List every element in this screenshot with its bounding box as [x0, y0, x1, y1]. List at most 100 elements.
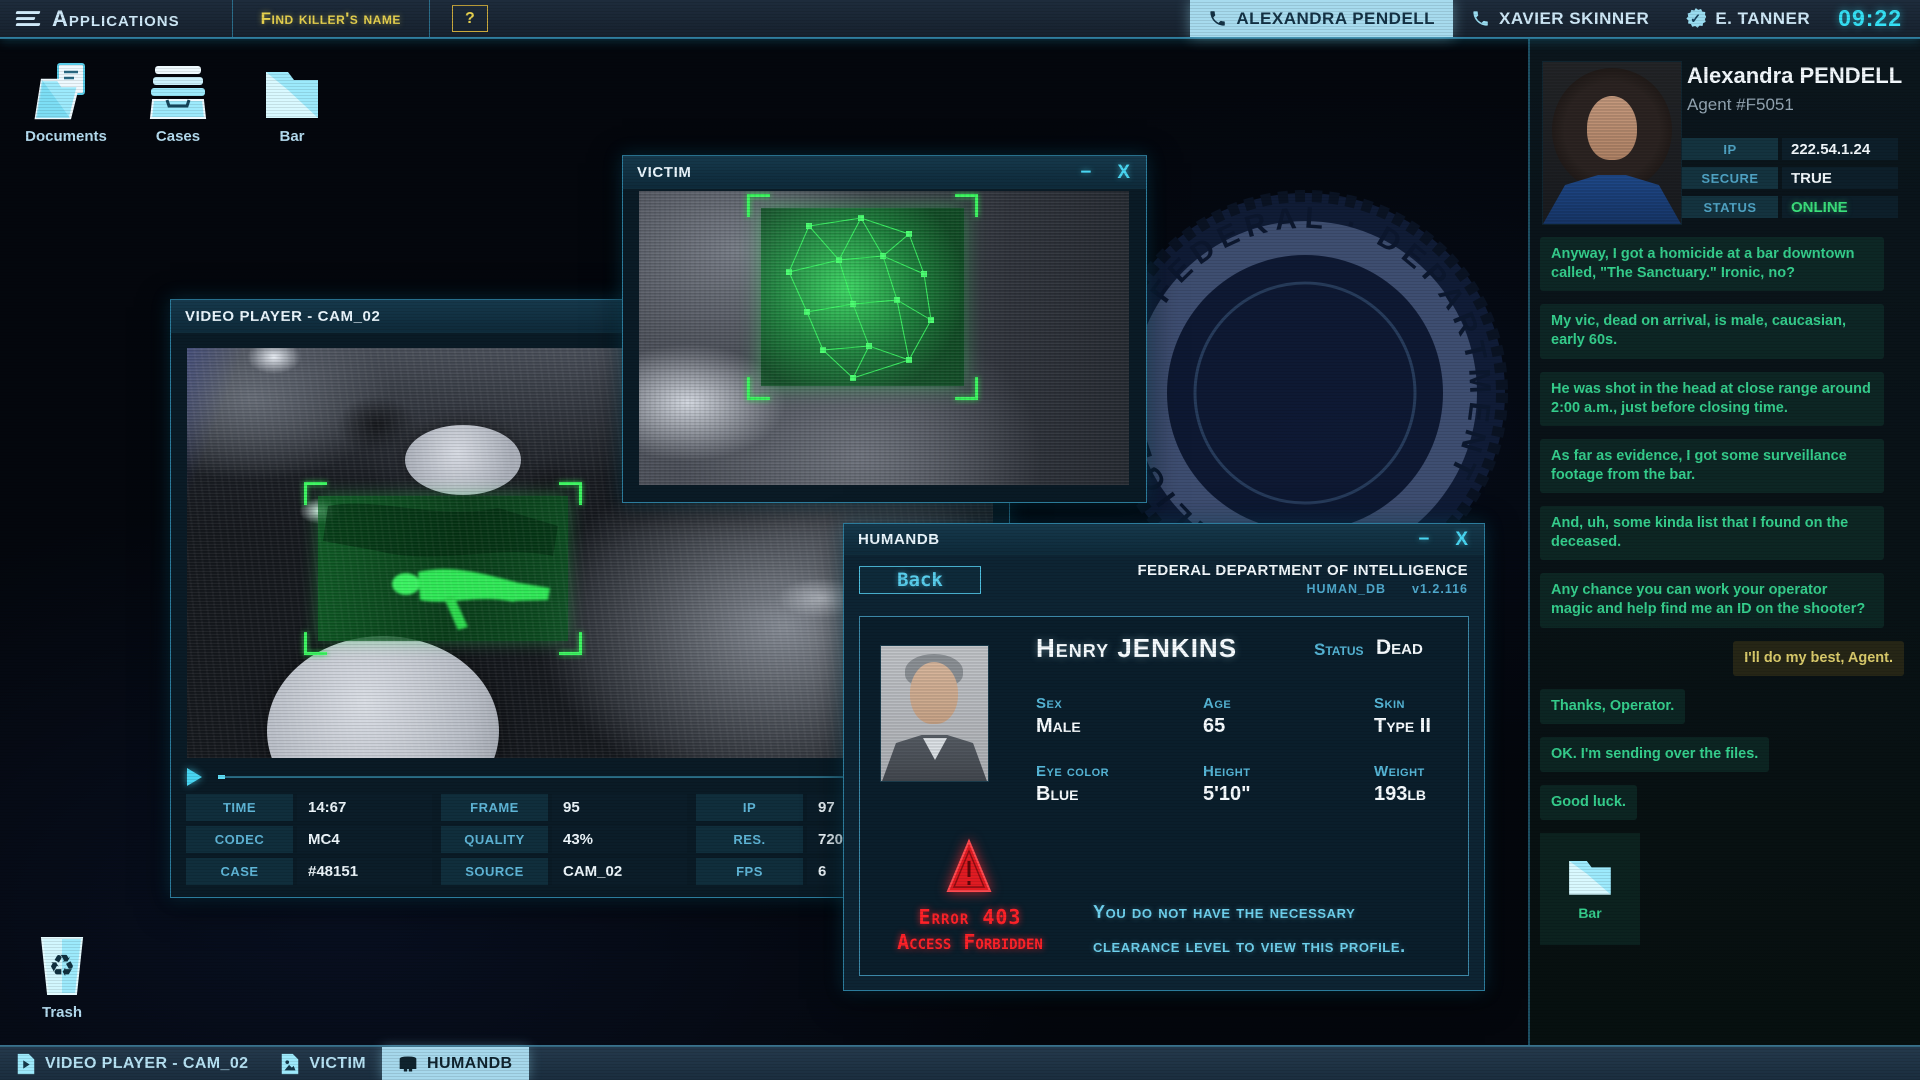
info-value: TRUE: [1782, 167, 1898, 189]
face-detection-box[interactable]: [761, 208, 964, 386]
info-label: SECURE: [1682, 167, 1778, 189]
desktop-icon-documents[interactable]: Documents: [18, 58, 114, 145]
close-button[interactable]: X: [1455, 530, 1468, 549]
taskbar-item-video-player[interactable]: VIDEO PLAYER - CAM_02: [0, 1047, 264, 1080]
meta-value: 43%: [552, 826, 687, 853]
access-error: Error 403 Access Forbidden You do not ha…: [860, 825, 1468, 965]
chat-message: OK. I'm sending over the files.: [1540, 737, 1769, 772]
table-shadow: [367, 400, 557, 520]
error-code: Error 403: [860, 905, 1080, 929]
status-label: Status: [1314, 640, 1364, 660]
chat-message-operator: I'll do my best, Agent.: [1733, 641, 1904, 676]
contact-name: ALEXANDRA PENDELL: [1236, 9, 1435, 29]
profile-photo: [880, 645, 989, 782]
error-message-line1: You do not have the necessary: [1093, 895, 1406, 929]
chat-message: Thanks, Operator.: [1540, 689, 1685, 724]
error-name: Access Forbidden: [860, 930, 1080, 954]
svg-text:♻: ♻: [49, 950, 76, 983]
back-button[interactable]: Back: [859, 566, 981, 594]
field-label: Weight: [1374, 763, 1534, 780]
contact-full-name: Alexandra PENDELL: [1687, 63, 1902, 89]
menu-icon[interactable]: [16, 11, 40, 27]
round-table: [405, 425, 521, 495]
desktop-icon-trash[interactable]: ♻ Trash: [14, 934, 110, 1021]
inbox-stack-icon: [130, 58, 226, 122]
field-value: 5'10": [1203, 783, 1363, 806]
chair-silhouette: [507, 458, 577, 510]
window-victim: VICTIM − X: [622, 155, 1147, 503]
field-label: Skin: [1374, 695, 1534, 712]
help-button[interactable]: ?: [452, 5, 488, 32]
humandb-header: Back FEDERAL DEPARTMENT OF INTELLIGENCE …: [844, 554, 1484, 616]
desktop-icon-bar[interactable]: Bar: [244, 58, 340, 145]
chat-message: My vic, dead on arrival, is male, caucas…: [1540, 304, 1884, 358]
desktop-icon-label: Trash: [14, 1004, 110, 1021]
taskbar-item-label: VICTIM: [309, 1055, 366, 1073]
chat-message: Any chance you can work your operator ma…: [1540, 573, 1884, 627]
info-value-online: ONLINE: [1782, 196, 1898, 218]
play-button[interactable]: [187, 768, 202, 786]
top-bar: Applications Find killer's name ? ALEXAN…: [0, 0, 1920, 39]
info-value: 222.54.1.24: [1782, 138, 1898, 160]
desktop-icon-label: Documents: [18, 128, 114, 145]
contact-tab-xavier-skinner[interactable]: XAVIER SKINNER: [1453, 0, 1667, 37]
light-glare: [299, 498, 339, 524]
contact-sidebar: Alexandra PENDELL Agent #F5051 IP 222.54…: [1528, 37, 1920, 1080]
bracket-corner: [559, 632, 582, 655]
bracket-corner: [955, 194, 978, 217]
meta-label: IP: [696, 794, 803, 821]
meta-value: MC4: [297, 826, 432, 853]
meta-label: CASE: [186, 858, 293, 885]
victim-titlebar[interactable]: VICTIM − X: [623, 156, 1146, 189]
window-title: HUMANDB: [858, 531, 940, 548]
field-value: Blue: [1036, 783, 1196, 806]
contact-info-table: IP 222.54.1.24 SECURE TRUE STATUS ONLINE: [1682, 138, 1898, 225]
field-label: Eye color: [1036, 763, 1196, 780]
meta-label: FRAME: [441, 794, 548, 821]
video-metadata: TIME 14:67 FRAME 95 IP 97 CODEC MC4 QUAL…: [186, 794, 951, 890]
contact-tab-alexandra-pendell[interactable]: ALEXANDRA PENDELL: [1190, 0, 1453, 37]
desktop: Applications Find killer's name ? ALEXAN…: [0, 0, 1920, 1080]
light-glare: [247, 348, 301, 374]
chat-attachment-bar-folder[interactable]: Bar: [1540, 833, 1640, 945]
folder-icon: [1566, 857, 1614, 897]
field-label: Age: [1203, 695, 1363, 712]
meta-label: CODEC: [186, 826, 293, 853]
desktop-icon-cases[interactable]: Cases: [130, 58, 226, 145]
taskbar-item-label: HUMANDB: [427, 1055, 512, 1073]
bracket-corner: [304, 632, 327, 655]
close-button[interactable]: X: [1117, 163, 1130, 182]
taskbar-item-humandb[interactable]: HUMANDB: [382, 1047, 528, 1080]
minimize-button[interactable]: −: [1418, 530, 1429, 549]
chat-message: Anyway, I got a homicide at a bar downto…: [1540, 237, 1884, 291]
phone-icon: [1208, 9, 1227, 28]
chair-silhouette: [337, 396, 417, 454]
contact-photo: [1542, 61, 1682, 225]
taskbar-item-victim[interactable]: VICTIM: [264, 1047, 382, 1080]
window-title: VICTIM: [637, 164, 691, 181]
window-title: VIDEO PLAYER - CAM_02: [185, 308, 380, 325]
objective-label: Find killer's name: [233, 9, 429, 29]
meta-label: SOURCE: [441, 858, 548, 885]
bracket-corner: [747, 194, 770, 217]
bracket-corner: [747, 377, 770, 400]
contact-tab-e-tanner[interactable]: ✓ E. TANNER: [1667, 0, 1828, 37]
profile-name: Henry JENKINS: [1036, 633, 1237, 663]
field-value: 65: [1203, 715, 1363, 738]
minimize-button[interactable]: −: [1080, 163, 1091, 182]
meta-value: 95: [552, 794, 687, 821]
folder-icon: [244, 58, 340, 122]
bracket-corner: [559, 482, 582, 505]
field-label: Height: [1203, 763, 1363, 780]
meta-label: QUALITY: [441, 826, 548, 853]
body-detection-box[interactable]: [318, 496, 568, 641]
meta-label: FPS: [696, 858, 803, 885]
humandb-titlebar[interactable]: HUMANDB − X: [844, 524, 1484, 555]
applications-label[interactable]: Applications: [52, 6, 180, 32]
attachment-label: Bar: [1578, 905, 1601, 921]
app-version: v1.2.116: [1412, 582, 1468, 596]
victim-face-footage: [639, 191, 1129, 485]
status-value: Dead: [1376, 636, 1423, 660]
meta-value: #48151: [297, 858, 432, 885]
badge-check-icon: ✓: [1685, 8, 1706, 29]
